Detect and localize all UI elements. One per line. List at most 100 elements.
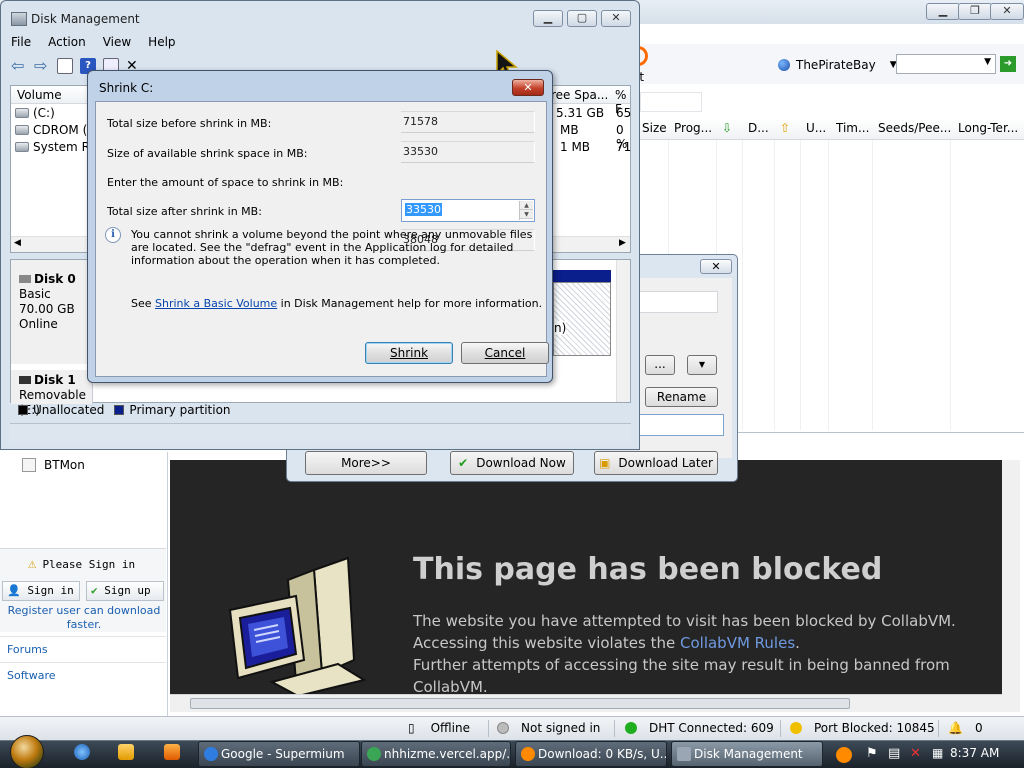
warning-icon: ⚠ [28, 556, 37, 572]
filter-input[interactable] [640, 92, 702, 112]
download-now-label: Download Now [476, 456, 566, 470]
tray-app-icon[interactable]: ▦ [932, 746, 943, 760]
start-button[interactable] [10, 735, 44, 768]
notification-count[interactable]: 🔔 0 [948, 721, 983, 735]
close-button[interactable]: ✕ [512, 79, 544, 96]
please-sign-in-label: Please Sign in [42, 557, 136, 571]
dht-label: DHT Connected: 609 [649, 721, 774, 735]
partition-block[interactable]: n) [553, 282, 611, 356]
vertical-scrollbar[interactable] [1002, 460, 1020, 712]
search-engine-select[interactable]: ThePirateBay ▼ [778, 58, 897, 72]
down-arrow-icon: ⇩ [722, 121, 733, 135]
maximize-button[interactable]: ▢ [567, 10, 597, 27]
task-disk-management[interactable]: Disk Management [671, 741, 823, 767]
col-progress[interactable]: Prog... [674, 121, 712, 135]
disk1-label[interactable]: Disk 1 Removable (E:) [11, 370, 93, 417]
dropdown-button[interactable]: ▼ [687, 355, 717, 375]
col-up[interactable]: U... [806, 121, 826, 135]
download-now-button[interactable]: ✔ Download Now [450, 451, 574, 475]
more-button[interactable]: More>> [305, 451, 427, 475]
back-icon[interactable]: ⇦ [11, 58, 27, 74]
scroll-right-icon[interactable]: ▶ [619, 238, 626, 248]
volume-muted-icon[interactable]: ✕ [910, 746, 921, 761]
network-icon[interactable]: ▤ [888, 746, 900, 761]
task-label: Disk Management [694, 747, 803, 761]
chevron-down-icon[interactable]: ▼ [984, 57, 991, 67]
col-long-term[interactable]: Long-Ter... [958, 121, 1018, 135]
rename-button[interactable]: Rename [645, 387, 718, 407]
disk0-label[interactable]: Disk 0 Basic 70.00 GB Online [11, 260, 93, 364]
sign-up-button[interactable]: ✔ Sign up [86, 581, 164, 601]
forums-link[interactable]: Forums [0, 636, 166, 662]
spin-buttons[interactable]: ▲ ▼ [519, 201, 533, 220]
scroll-left-icon[interactable]: ◀ [14, 238, 21, 248]
task-label: Download: 0 KB/s, U... [538, 747, 667, 761]
task-google-supermium[interactable]: Google - Supermium [198, 741, 360, 767]
browser-icon [204, 747, 218, 761]
menu-file[interactable]: File [11, 35, 31, 49]
col-down[interactable]: D... [748, 121, 769, 135]
close-button[interactable]: ✕ [990, 3, 1024, 20]
window-title: Disk Management [31, 12, 140, 26]
menu-view[interactable]: View [103, 35, 131, 49]
disk1-name: Disk 1 [19, 373, 92, 388]
spin-down-icon[interactable]: ▼ [520, 210, 533, 219]
forward-icon[interactable]: ⇨ [34, 58, 50, 74]
shrink-help-link[interactable]: Shrink a Basic Volume [155, 297, 277, 310]
disk0-status: Online [19, 317, 58, 331]
col-seeds-peers[interactable]: Seeds/Pee... [878, 121, 951, 135]
clock[interactable]: 8:37 AM [950, 746, 999, 760]
task-vercel-app[interactable]: nhhizme.vercel.app/... [361, 741, 511, 767]
cancel-button[interactable]: Cancel [461, 342, 549, 364]
volume-row[interactable]: CDROM (D [15, 123, 97, 137]
col-size[interactable]: Size [642, 121, 667, 135]
maximize-button[interactable]: ❐ [958, 3, 992, 20]
col-time[interactable]: Tim... [836, 121, 869, 135]
register-link[interactable]: Register user can download faster. [4, 604, 164, 632]
media-player-icon[interactable] [164, 744, 180, 760]
offline-status: ▯ Offline [408, 721, 470, 735]
status-bar: ▯ Offline Not signed in DHT Connected: 60… [0, 716, 1024, 740]
volume-row[interactable]: (C:) [15, 106, 55, 120]
horizontal-scrollbar[interactable] [170, 694, 1002, 712]
flag-icon[interactable]: ⚑ [866, 746, 878, 761]
scrollbar-thumb[interactable] [190, 698, 850, 709]
shrink-button[interactable]: Shrink [365, 342, 453, 364]
go-button[interactable]: ➜ [1000, 56, 1016, 72]
help-note-post: in Disk Management help for more informa… [277, 297, 543, 310]
please-sign-in: ⚠ Please Sign in [28, 556, 135, 572]
plug-icon: ▯ [408, 721, 415, 735]
task-download[interactable]: Download: 0 KB/s, U... [515, 741, 667, 767]
software-link[interactable]: Software [0, 662, 166, 688]
vertical-scrollbar[interactable] [616, 260, 630, 402]
close-button[interactable]: ✕ [601, 10, 631, 27]
search-input[interactable]: ▼ [896, 54, 996, 74]
spin-up-icon[interactable]: ▲ [520, 201, 533, 210]
download-dialog-close-button[interactable]: ✕ [700, 259, 732, 274]
sidebar-item-btmon[interactable]: BTMon [22, 458, 85, 472]
col-free-space[interactable]: ree Spa... [551, 88, 608, 102]
shrink-amount-value[interactable]: 33530 [405, 203, 442, 216]
shrink-amount-stepper[interactable]: 33530 ▲ ▼ [401, 199, 535, 222]
menu-help[interactable]: Help [148, 35, 175, 49]
minimize-button[interactable]: ▁ [926, 3, 960, 20]
folder-icon[interactable] [118, 744, 134, 760]
rename-input[interactable] [638, 414, 724, 436]
col-volume[interactable]: Volume [17, 88, 62, 102]
browse-button[interactable]: ... [645, 355, 675, 375]
user-status-icon [497, 722, 509, 734]
page-icon [22, 458, 36, 472]
total-before-value: 71578 [401, 111, 535, 133]
sign-up-label: Sign up [104, 584, 151, 597]
sign-in-button[interactable]: 👤 Sign in [2, 581, 80, 601]
minimize-button[interactable]: ▁ [533, 10, 563, 27]
collabvm-rules-link[interactable]: CollabVM Rules [680, 634, 795, 652]
menu-action[interactable]: Action [48, 35, 86, 49]
bittorrent-tray-icon[interactable] [836, 747, 852, 763]
cdrom-icon [15, 125, 29, 135]
download-later-button[interactable]: ▣ Download Later [594, 451, 718, 475]
volume-percent: 71 [616, 140, 632, 154]
console-tree-icon[interactable] [57, 58, 73, 74]
save-path-input[interactable] [638, 291, 718, 313]
ie-icon[interactable] [74, 744, 90, 760]
